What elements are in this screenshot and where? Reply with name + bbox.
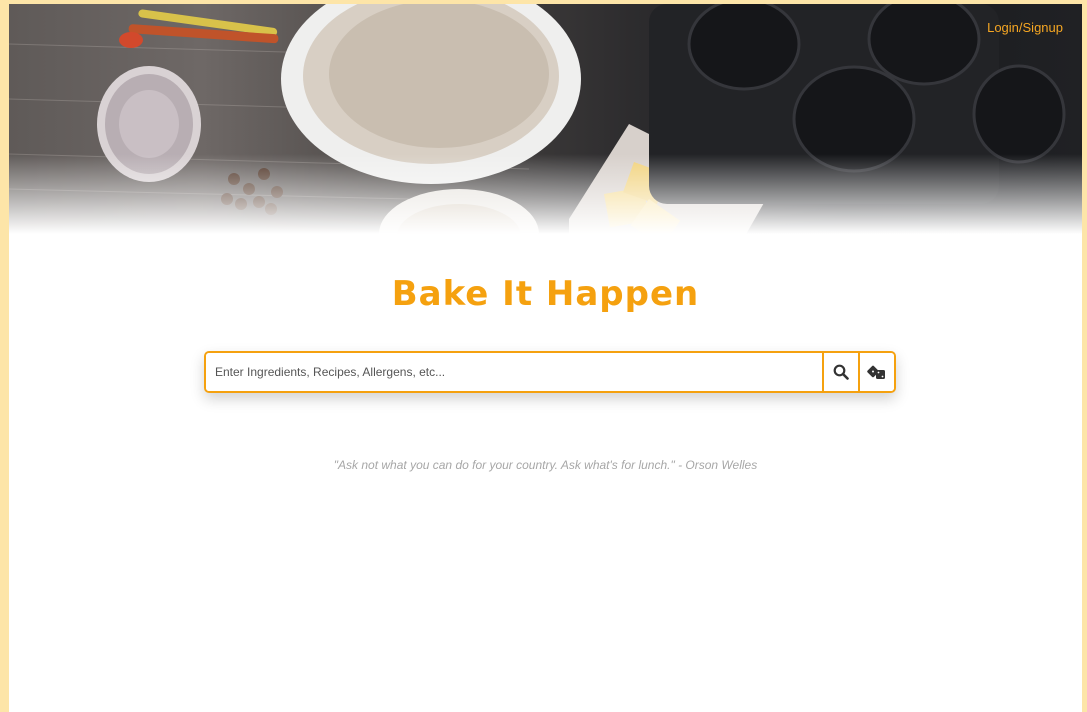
page-frame: Login/Signup Bake It Happen "Ask not wha… [9,4,1082,712]
search-icon [833,364,849,380]
hero-fade [9,154,1082,254]
hero-banner: Login/Signup [9,4,1082,254]
search-button[interactable] [822,353,858,391]
dice-icon [867,365,885,379]
search-input[interactable] [206,353,822,391]
login-signup-link[interactable]: Login/Signup [987,20,1063,35]
search-bar [204,351,896,393]
random-recipe-button[interactable] [858,353,894,391]
quote-text: "Ask not what you can do for your countr… [333,458,758,472]
site-title: Bake It Happen [391,274,700,314]
